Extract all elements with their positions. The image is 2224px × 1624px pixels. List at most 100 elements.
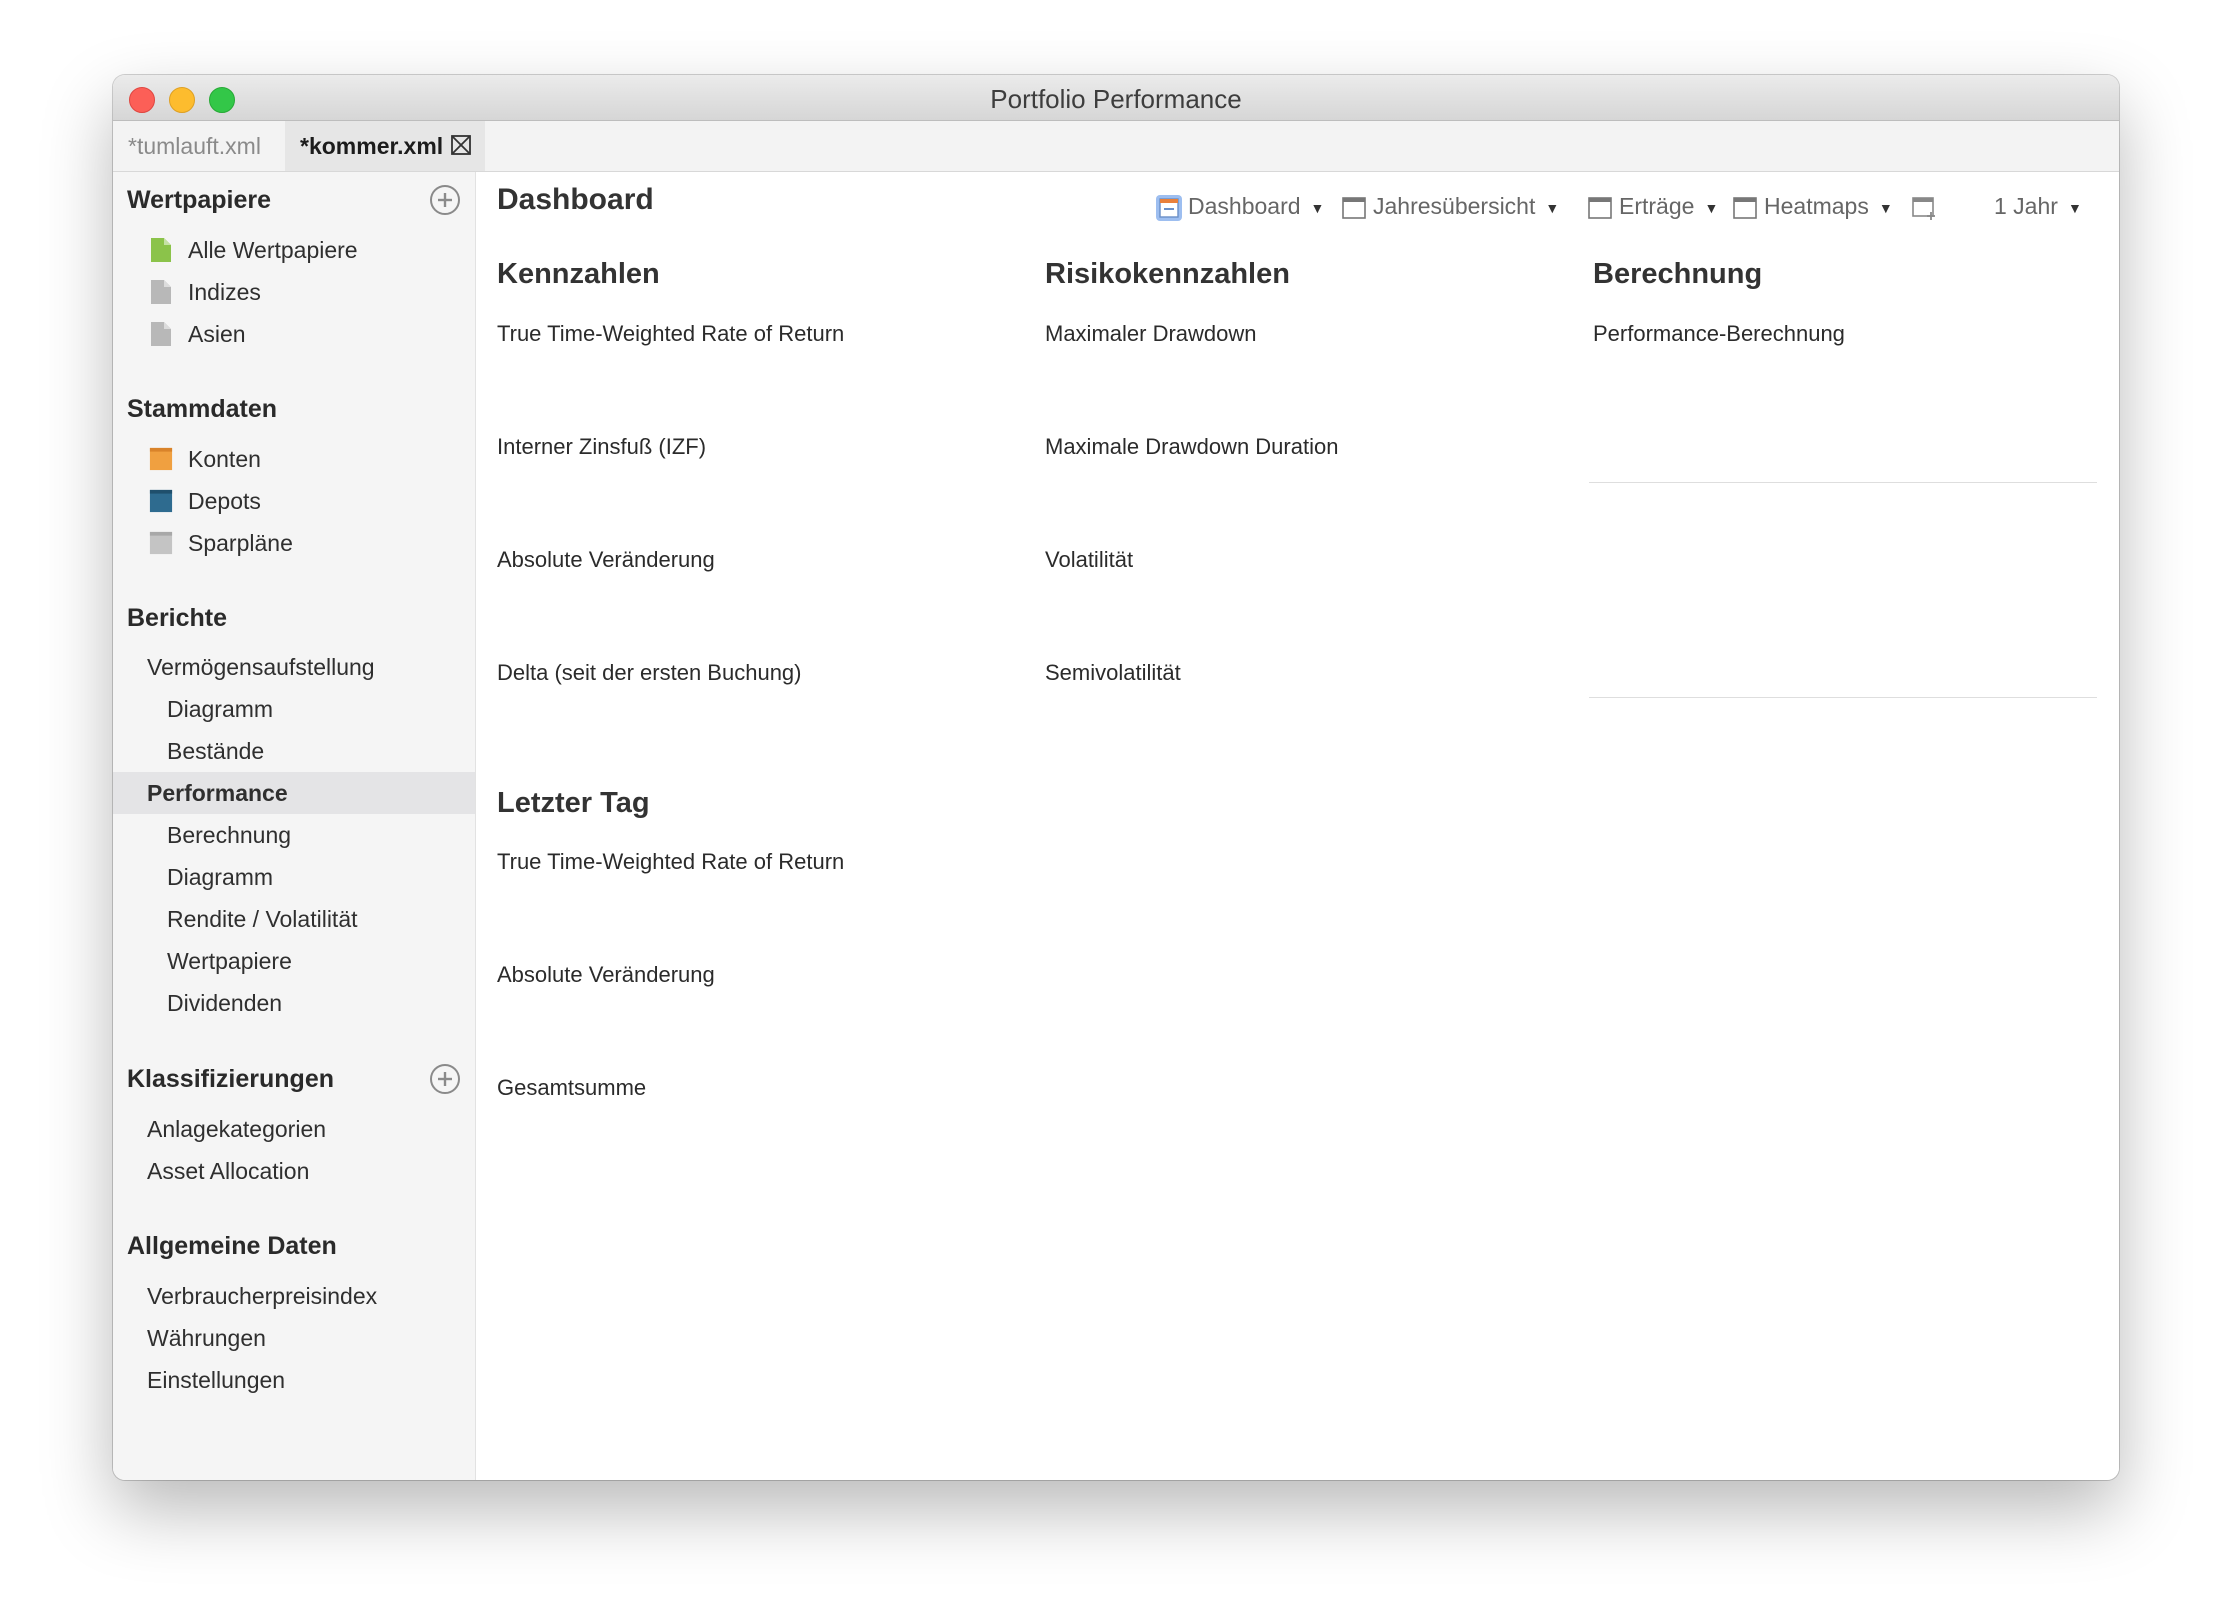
window-title: Portfolio Performance bbox=[990, 84, 1242, 114]
dashboard-icon bbox=[1588, 197, 1612, 219]
dashboard-icon bbox=[1342, 197, 1366, 219]
sidebar-item-label: Alle Wertpapiere bbox=[188, 237, 358, 263]
account-orange-icon bbox=[149, 447, 173, 471]
section-title-berichte: Berichte bbox=[127, 604, 228, 632]
toolbar-ertraege-dropdown[interactable]: Erträge ▼ bbox=[1587, 188, 1718, 224]
chevron-down-icon: ▼ bbox=[1878, 199, 1893, 216]
sidebar-item-label: Depots bbox=[188, 488, 261, 514]
sidebar-item-label: Performance bbox=[147, 780, 288, 806]
sidebar-item-dividenden[interactable]: Dividenden bbox=[113, 982, 475, 1024]
document-gray-icon bbox=[151, 280, 171, 304]
section-title-allgemeine-daten: Allgemeine Daten bbox=[127, 1232, 337, 1260]
sidebar-item-asien[interactable]: Asien bbox=[113, 313, 475, 355]
sidebar-item-anlagekategorien[interactable]: Anlagekategorien bbox=[113, 1108, 475, 1150]
dashboard-view: Dashboard Dashboard ▼ Jahresübersicht ▼ Er… bbox=[476, 172, 2119, 1480]
sidebar-item-label: Dividenden bbox=[167, 990, 283, 1016]
document-green-icon bbox=[151, 238, 171, 262]
tab-tumlauft[interactable]: *tumlauft.xml bbox=[113, 121, 283, 171]
sidebar-item-label: Berechnung bbox=[167, 822, 292, 848]
toolbar-label: Heatmaps bbox=[1764, 193, 1869, 219]
metric-semivolatility: Semivolatilität bbox=[1045, 660, 1181, 685]
divider bbox=[1589, 482, 2097, 483]
sidebar-item-label: Asset Allocation bbox=[147, 1158, 310, 1184]
toolbar-label: Dashboard bbox=[1188, 193, 1301, 219]
sidebar-item-label: Währungen bbox=[147, 1325, 266, 1351]
chevron-down-icon: ▼ bbox=[1704, 199, 1719, 216]
sidebar-item-label: Einstellungen bbox=[147, 1367, 286, 1393]
metric-volatility: Volatilität bbox=[1045, 547, 1134, 572]
sidebar-item-label: Wertpapiere bbox=[167, 948, 292, 974]
metric-max-drawdown: Maximaler Drawdown bbox=[1045, 321, 1257, 346]
add-classification-icon[interactable] bbox=[429, 1063, 461, 1095]
new-dashboard-icon bbox=[1912, 197, 1935, 220]
metric-last-day-ttwror: True Time-Weighted Rate of Return bbox=[497, 849, 845, 874]
metric-ttwror: True Time-Weighted Rate of Return bbox=[497, 321, 845, 346]
section-heading-letzter-tag: Letzter Tag bbox=[497, 787, 650, 819]
title-bar: Portfolio Performance bbox=[113, 75, 2119, 121]
close-tab-icon[interactable] bbox=[449, 133, 473, 157]
toolbar-dashboard-dropdown[interactable]: Dashboard ▼ bbox=[1156, 188, 1324, 224]
sidebar-item-diagramm[interactable]: Diagramm bbox=[113, 688, 475, 730]
sidebar-item-sparplaene[interactable]: Sparpläne bbox=[113, 522, 475, 564]
sidebar-item-performance-wertpapiere[interactable]: Wertpapiere bbox=[113, 940, 475, 982]
metric-absolute-change: Absolute Veränderung bbox=[497, 547, 715, 572]
dashboard-active-icon bbox=[1156, 194, 1182, 221]
sidebar-item-label: Konten bbox=[188, 446, 261, 472]
sidebar-item-indizes[interactable]: Indizes bbox=[113, 271, 475, 313]
column-heading-berechnung: Berechnung bbox=[1593, 258, 1763, 290]
portfolio-blue-icon bbox=[149, 489, 173, 513]
sidebar-item-vermoegensaufstellung[interactable]: Vermögensaufstellung bbox=[113, 646, 475, 688]
sidebar-item-alle-wertpapiere[interactable]: Alle Wertpapiere bbox=[113, 229, 475, 271]
section-title-wertpapiere: Wertpapiere bbox=[127, 186, 272, 214]
app-window: Portfolio Performance *tumlauft.xml *kom… bbox=[113, 75, 2119, 1480]
column-heading-risikokennzahlen: Risikokennzahlen bbox=[1045, 258, 1290, 290]
sidebar-item-label: Anlagekategorien bbox=[147, 1116, 327, 1142]
metric-max-drawdown-duration: Maximale Drawdown Duration bbox=[1045, 434, 1339, 459]
toolbar-heatmaps-dropdown[interactable]: Heatmaps ▼ bbox=[1732, 188, 1893, 224]
chevron-down-icon: ▼ bbox=[1310, 199, 1325, 216]
metric-last-day-absolute-change: Absolute Veränderung bbox=[497, 962, 715, 987]
dashboard-icon bbox=[1733, 197, 1757, 219]
sidebar-item-label: Vermögensaufstellung bbox=[147, 654, 375, 680]
divider bbox=[1589, 697, 2097, 698]
sidebar-item-performance-diagramm[interactable]: Diagramm bbox=[113, 856, 475, 898]
chevron-down-icon: ▼ bbox=[1545, 199, 1560, 216]
sidebar-item-performance[interactable]: Performance bbox=[113, 772, 475, 814]
sidebar-item-label: Indizes bbox=[188, 279, 261, 305]
section-title-stammdaten: Stammdaten bbox=[127, 395, 278, 423]
toolbar-label: Erträge bbox=[1619, 193, 1695, 219]
add-security-icon[interactable] bbox=[429, 184, 461, 216]
sidebar-item-bestaende[interactable]: Bestände bbox=[113, 730, 475, 772]
sidebar-item-label: Verbraucherpreisindex bbox=[147, 1283, 378, 1309]
sidebar-item-label: Sparpläne bbox=[188, 530, 293, 556]
savings-plan-gray-icon bbox=[149, 531, 173, 555]
navigation-sidebar: Wertpapiere Alle Wertpapiere Indizes Asi… bbox=[113, 172, 476, 1480]
sidebar-item-berechnung[interactable]: Berechnung bbox=[113, 814, 475, 856]
section-title-klassifizierungen: Klassifizierungen bbox=[127, 1065, 334, 1093]
sidebar-item-label: Bestände bbox=[167, 738, 265, 764]
period-dropdown[interactable]: 1 Jahr ▼ bbox=[1994, 188, 2082, 224]
toolbar-label: 1 Jahr bbox=[1994, 193, 2058, 219]
sidebar-item-konten[interactable]: Konten bbox=[113, 438, 475, 480]
sidebar-item-waehrungen[interactable]: Währungen bbox=[113, 1317, 475, 1359]
toolbar-label: Jahresübersicht bbox=[1373, 193, 1536, 219]
sidebar-item-verbraucherpreisindex[interactable]: Verbraucherpreisindex bbox=[113, 1275, 475, 1317]
column-heading-kennzahlen: Kennzahlen bbox=[497, 258, 660, 290]
document-gray-icon bbox=[151, 322, 171, 346]
chevron-down-icon: ▼ bbox=[2067, 199, 2082, 216]
page-title: Dashboard bbox=[497, 183, 654, 216]
new-dashboard-button[interactable] bbox=[1911, 188, 1943, 224]
sidebar-item-label: Diagramm bbox=[167, 864, 274, 890]
sidebar-item-einstellungen[interactable]: Einstellungen bbox=[113, 1359, 475, 1401]
editor-tab-bar: *tumlauft.xml *kommer.xml bbox=[113, 121, 2119, 172]
sidebar-item-label: Diagramm bbox=[167, 696, 274, 722]
metric-izf: Interner Zinsfuß (IZF) bbox=[497, 434, 707, 459]
sidebar-item-asset-allocation[interactable]: Asset Allocation bbox=[113, 1150, 475, 1192]
metric-last-day-total: Gesamtsumme bbox=[497, 1075, 647, 1100]
toolbar-jahresuebersicht-dropdown[interactable]: Jahresübersicht ▼ bbox=[1341, 188, 1559, 224]
metric-delta: Delta (seit der ersten Buchung) bbox=[497, 660, 802, 685]
sidebar-item-label: Asien bbox=[188, 321, 246, 347]
sidebar-item-label: Rendite / Volatilität bbox=[167, 906, 358, 932]
sidebar-item-depots[interactable]: Depots bbox=[113, 480, 475, 522]
sidebar-item-rendite-volatilitaet[interactable]: Rendite / Volatilität bbox=[113, 898, 475, 940]
